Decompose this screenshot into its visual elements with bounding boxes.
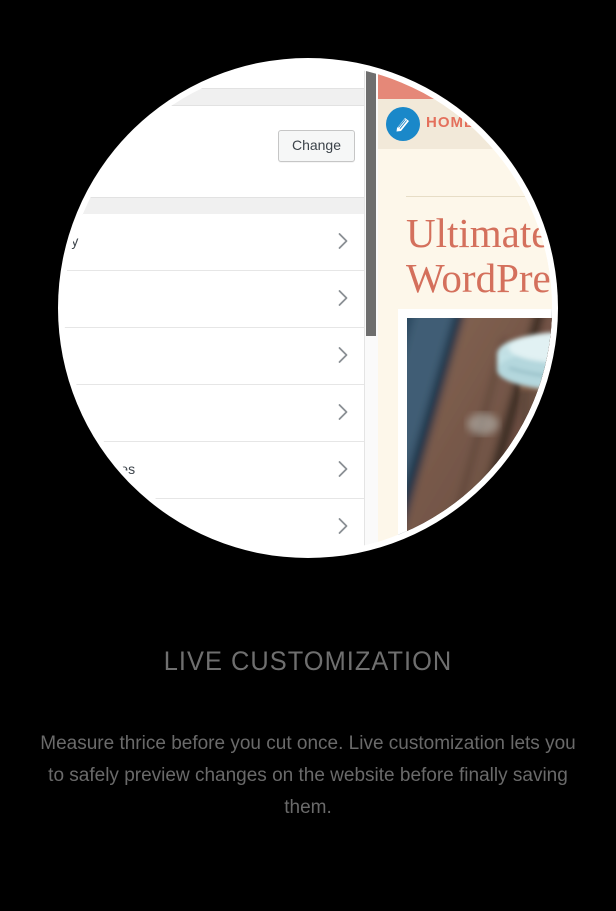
chevron-right-icon — [338, 515, 349, 537]
live-site-preview: HOME BLOG DIRECTORY Ultimate Blogging Wo… — [378, 64, 552, 552]
feature-description: Measure thrice before you cut once. Live… — [40, 733, 576, 818]
sidebar-item-general[interactable]: General — [64, 271, 373, 328]
circle-clip: ? Active theme Rowling Change Site Ident… — [64, 64, 552, 552]
active-theme-row: Active theme Rowling Change — [64, 106, 373, 197]
wordpress-site-logo-icon[interactable] — [386, 107, 420, 141]
site-navbar: HOME BLOG DIRECTORY — [378, 99, 552, 149]
sidebar-item-social-media-profiles[interactable]: Social media profiles — [64, 442, 373, 499]
active-theme-label: Active theme — [64, 130, 87, 146]
sidebar-item-label: Social media profiles — [64, 461, 136, 477]
panel-separator-band-bottom — [64, 197, 373, 215]
sidebar-item-header[interactable]: Header — [64, 385, 373, 442]
nav-link-blog[interactable]: BLOG — [499, 114, 546, 131]
sidebar-item-breadcrumb[interactable]: Breadcrumb — [64, 499, 373, 552]
site-nav-links: HOME BLOG DIRECTORY — [426, 114, 552, 132]
chevron-right-icon — [338, 344, 349, 366]
wordpress-customizer-screenshot: ? Active theme Rowling Change Site Ident… — [64, 64, 552, 552]
post-title: Ultimate Blogging WordPress Theme — [406, 211, 552, 301]
site-content: Ultimate Blogging WordPress Theme — [378, 149, 552, 552]
scrollbar-thumb[interactable] — [366, 64, 376, 336]
post-featured-image — [398, 309, 552, 552]
site-hero-band — [378, 64, 552, 99]
customizer-topbar: ? — [64, 64, 373, 89]
sidebar-item-layout[interactable]: Layout — [64, 328, 373, 385]
chevron-right-icon — [338, 458, 349, 480]
post-title-line-2: WordPress Theme — [406, 255, 552, 301]
nav-link-home[interactable]: HOME — [426, 114, 475, 131]
post-divider — [406, 196, 552, 197]
chevron-right-icon — [338, 287, 349, 309]
customizer-section-list: Site Identity General Layout — [64, 214, 373, 552]
chevron-right-icon — [338, 230, 349, 252]
chevron-right-icon — [338, 401, 349, 423]
sidebar-item-label: Breadcrumb — [64, 518, 82, 534]
feature-screenshot-circle: ? Active theme Rowling Change Site Ident… — [58, 58, 558, 558]
page-title: LIVE CUSTOMIZATION — [163, 646, 453, 676]
customizer-panel: ? Active theme Rowling Change Site Ident… — [64, 64, 374, 552]
sidebar-item-label: Site Identity — [64, 233, 79, 249]
sidebar-item-site-identity[interactable]: Site Identity — [64, 214, 373, 271]
post-title-line-1: Ultimate Blogging — [406, 210, 552, 256]
customizer-scrollbar[interactable] — [364, 64, 379, 552]
change-theme-button[interactable]: Change — [277, 130, 355, 162]
panel-separator-band-top — [64, 88, 373, 106]
